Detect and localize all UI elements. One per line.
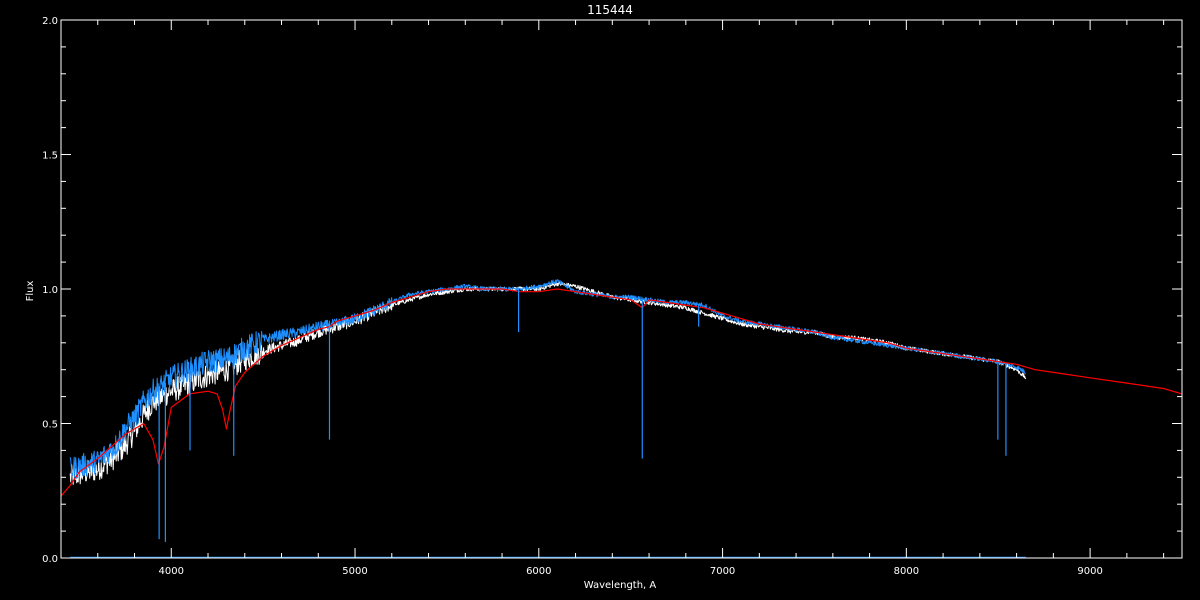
y-tick-label: 1.5: [42, 151, 58, 162]
y-axis-title: Flux: [25, 281, 36, 302]
series-line-2: [60, 288, 1183, 497]
series-line-0: [69, 281, 1027, 485]
x-axis-title: Wavelength, A: [584, 580, 657, 591]
x-tick-label: 7000: [710, 566, 735, 577]
x-tick-label: 4000: [159, 566, 184, 577]
x-tick-label: 6000: [526, 566, 551, 577]
x-tick-label: 5000: [342, 566, 367, 577]
y-tick-label: 2.0: [42, 16, 58, 27]
plot-frame: [60, 19, 1183, 559]
y-tick-label: 0.5: [42, 420, 58, 431]
chart-title: 115444: [587, 3, 633, 17]
series-layer: [60, 279, 1183, 559]
y-tick-label: 1.0: [42, 285, 58, 296]
spectrum-chart: 115444 4000 5000 6000 7000 8000 9000 0.0 0.5 1.0…: [25, 3, 1183, 591]
y-tick-label: 0.0: [42, 554, 58, 565]
series-line-1: [69, 279, 1026, 480]
x-tick-label: 9000: [1077, 566, 1102, 577]
x-tick-label: 8000: [894, 566, 919, 577]
